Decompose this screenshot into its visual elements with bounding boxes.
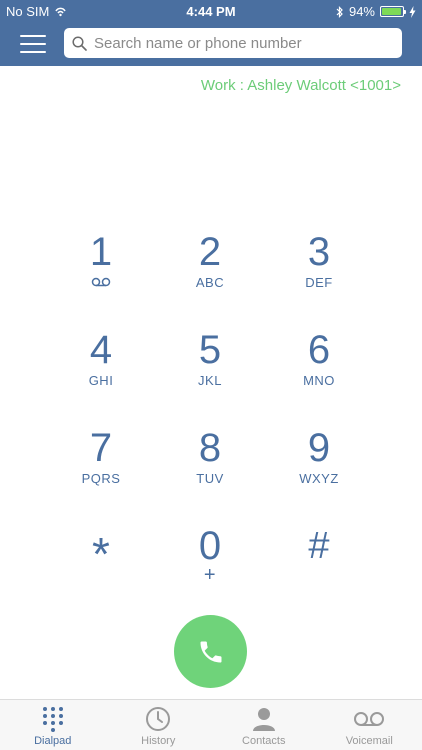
key-digit: 2 (198, 230, 222, 274)
key-7[interactable]: 7 PQRS (56, 428, 146, 508)
key-digit: 9 (307, 426, 331, 470)
phone-icon (200, 641, 221, 662)
key-digit: 4 (89, 328, 113, 372)
bluetooth-icon (336, 5, 343, 18)
tab-label: History (141, 735, 176, 747)
person-icon (252, 708, 275, 731)
hamburger-line (20, 43, 46, 45)
dialpad-icon (42, 707, 63, 732)
battery-fill (382, 8, 401, 15)
key-letters: TUV (196, 471, 224, 486)
menu-button[interactable] (20, 34, 46, 54)
key-digit: 5 (198, 328, 222, 372)
key-8[interactable]: 8 TUV (165, 428, 255, 508)
key-digit: 8 (198, 426, 222, 470)
status-right-group: 94% (336, 4, 416, 19)
key-hash[interactable]: # (274, 526, 364, 606)
key-letters: JKL (198, 373, 222, 388)
tab-dialpad[interactable]: Dialpad (0, 700, 106, 750)
key-2[interactable]: 2 ABC (165, 232, 255, 312)
key-letters: DEF (305, 275, 333, 290)
voicemail-icon (354, 712, 385, 726)
tab-label: Voicemail (345, 735, 393, 747)
key-star[interactable]: * (56, 526, 146, 606)
key-1[interactable]: 1 (56, 232, 146, 312)
key-digit: 0 (198, 524, 222, 568)
hamburger-icon (20, 35, 46, 37)
key-digit: * (92, 528, 110, 580)
key-letters: GHI (88, 373, 114, 388)
tab-history[interactable]: History (106, 700, 212, 750)
tab-bar: Dialpad History Contacts Voicemail (0, 699, 422, 750)
tab-label: Contacts (242, 735, 286, 747)
key-4[interactable]: 4 GHI (56, 330, 146, 410)
hamburger-line (20, 51, 46, 53)
charging-bolt-icon (409, 5, 416, 18)
key-3[interactable]: 3 DEF (274, 232, 364, 312)
key-5[interactable]: 5 JKL (165, 330, 255, 410)
tab-voicemail[interactable]: Voicemail (317, 700, 422, 750)
call-button[interactable] (174, 615, 247, 688)
battery-icon (380, 6, 406, 17)
key-letters: + (203, 564, 217, 586)
battery-percent: 94% (348, 4, 375, 19)
key-letters: ABC (195, 275, 225, 290)
search-box[interactable] (64, 28, 402, 58)
key-letters: WXYZ (299, 471, 339, 486)
account-label: Work : Ashley Walcott <1001> (200, 77, 401, 94)
key-letters: PQRS (81, 471, 121, 486)
tab-label: Dialpad (34, 735, 72, 747)
key-digit: 3 (307, 230, 331, 274)
key-9[interactable]: 9 WXYZ (274, 428, 364, 508)
clock-icon (146, 707, 171, 731)
status-bar: No SIM 4:44 PM 94% (0, 0, 422, 22)
key-digit: 7 (89, 426, 113, 470)
tab-contacts[interactable]: Contacts (211, 700, 317, 750)
key-digit: # (308, 525, 330, 567)
search-icon (72, 35, 87, 51)
key-digit: 6 (307, 328, 331, 372)
top-bar (0, 22, 422, 66)
search-input[interactable] (94, 34, 384, 52)
key-digit: 1 (89, 230, 113, 274)
key-6[interactable]: 6 MNO (274, 330, 364, 410)
key-0[interactable]: 0 + (165, 526, 255, 606)
voicemail-icon (91, 277, 111, 287)
key-letters: MNO (303, 373, 335, 388)
